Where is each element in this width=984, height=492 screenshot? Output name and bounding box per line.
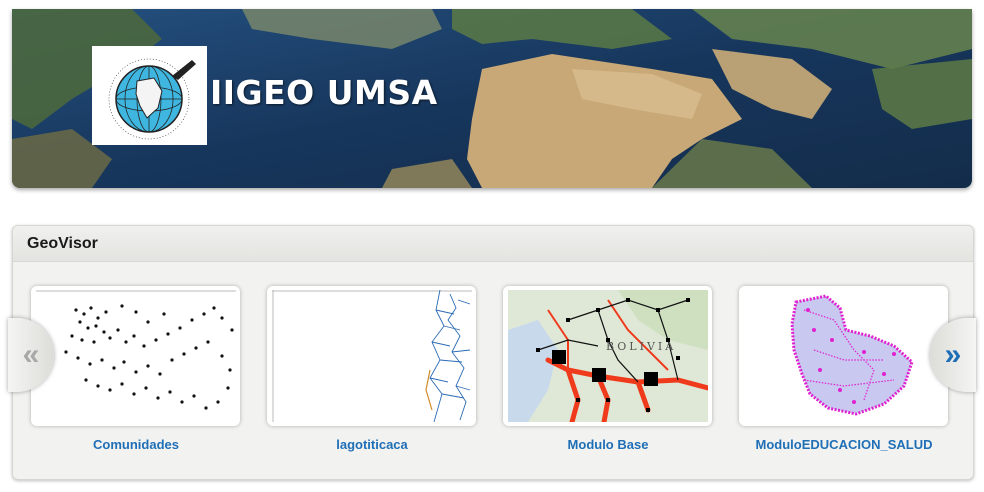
double-chevron-right-icon: » <box>944 338 962 371</box>
map-card-educacion-salud[interactable] <box>739 286 948 426</box>
points-map-thumbnail <box>36 290 236 422</box>
panel-header: GeoVisor <box>13 226 973 262</box>
globe-logo-icon <box>108 58 196 140</box>
map-card-label-lagotiticaca[interactable]: lagotiticaca <box>252 437 492 452</box>
map-country-label: BOLIVIA <box>606 340 676 353</box>
map-card-label-educacion-salud[interactable]: ModuloEDUCACION_SALUD <box>724 437 964 452</box>
rivers-map-thumbnail <box>272 290 472 422</box>
map-card-lagotiticaca[interactable] <box>267 286 476 426</box>
double-chevron-left-icon: « <box>22 338 40 371</box>
map-card-label-modulo-base[interactable]: Modulo Base <box>488 437 728 452</box>
road-network-map-thumbnail: BOLIVIA <box>508 290 708 422</box>
geovisor-panel: GeoVisor Comunidades lagotiticaca BOLIVI… <box>12 225 974 480</box>
map-card-label-comunidades[interactable]: Comunidades <box>16 437 256 452</box>
map-card-modulo-base[interactable]: BOLIVIA <box>503 286 712 426</box>
header-banner: IIGEO UMSA <box>12 9 972 188</box>
site-title: IIGEO UMSA <box>210 73 438 112</box>
education-health-map-thumbnail <box>744 290 944 422</box>
iigeo-logo <box>92 46 207 145</box>
panel-title: GeoVisor <box>27 235 98 252</box>
map-card-comunidades[interactable] <box>31 286 240 426</box>
